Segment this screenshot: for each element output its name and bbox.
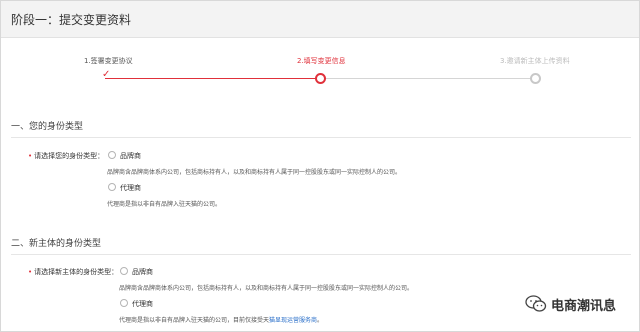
option-new-agent-label: 代理商 [132,300,153,308]
option-brand-owner-label: 品牌商 [120,152,141,160]
step-1-label: 1.签署变更协议 [84,57,133,65]
required-star-icon: • [28,152,33,160]
page-header: 阶段一：提交变更资料 [1,1,639,38]
section-divider [11,254,631,255]
step-2-label: 2.填写变更信息 [297,57,346,65]
required-star-icon: • [28,268,33,276]
field-label-text: 请选择新主体的身份类型： [34,268,119,276]
new-entity-type-label: • 请选择新主体的身份类型： [28,267,118,277]
step-current-indicator [315,73,326,84]
option-new-agent-desc: 代理商是指以非自有品牌入驻天猫的公司，目前仅接受天猫显现运营服务商。 [119,315,323,324]
step-3-label: 3.邀请新主体上传资料 [500,57,570,65]
identity-type-label: • 请选择您的身份类型： [28,151,104,161]
watermark-text: 电商潮讯息 [551,298,617,314]
section-1-title: 一、您的身份类型 [11,122,84,132]
section-2-title: 二、新主体的身份类型 [11,239,102,249]
option-new-brand-owner-label: 品牌商 [132,268,153,276]
page-frame: 阶段一：提交变更资料 1.签署变更协议 2.填写变更信息 3.邀请新主体上传资料… [0,0,640,332]
radio-agent[interactable] [108,183,116,191]
step-pending-indicator [530,73,541,84]
progress-track-remaining [324,78,531,79]
progress-track-completed [105,78,318,79]
page-title: 阶段一：提交变更资料 [11,13,132,27]
radio-new-agent[interactable] [120,299,128,307]
option-agent-desc: 代理商是指以非自有品牌入驻天猫的公司。 [107,201,222,208]
desc-text: 代理商是指以非自有品牌入驻天猫的公司，目前仅接受天 [119,317,270,324]
section-divider [11,137,631,138]
progress-stepper: 1.签署变更协议 2.填写变更信息 3.邀请新主体上传资料 ✓ [1,56,640,96]
checkmark-icon: ✓ [102,69,111,80]
radio-new-brand-owner[interactable] [120,267,128,275]
wechat-icon [525,295,547,312]
option-brand-owner-desc: 品牌商含品牌商体系内公司，包括商标持有人，以及和商标持有人属于同一控股股东或同一… [107,169,402,176]
option-new-brand-owner-desc: 品牌商含品牌商体系内公司，包括商标持有人，以及和商标持有人属于同一控股股东或同一… [119,285,414,292]
watermark: 电商潮讯息 [525,293,616,315]
service-provider-link[interactable]: 猫显现运营服务商 [269,317,317,324]
radio-brand-owner[interactable] [108,151,116,159]
option-agent-label: 代理商 [120,184,141,192]
field-label-text: 请选择您的身份类型： [34,152,105,160]
desc-suffix: 。 [317,317,324,324]
